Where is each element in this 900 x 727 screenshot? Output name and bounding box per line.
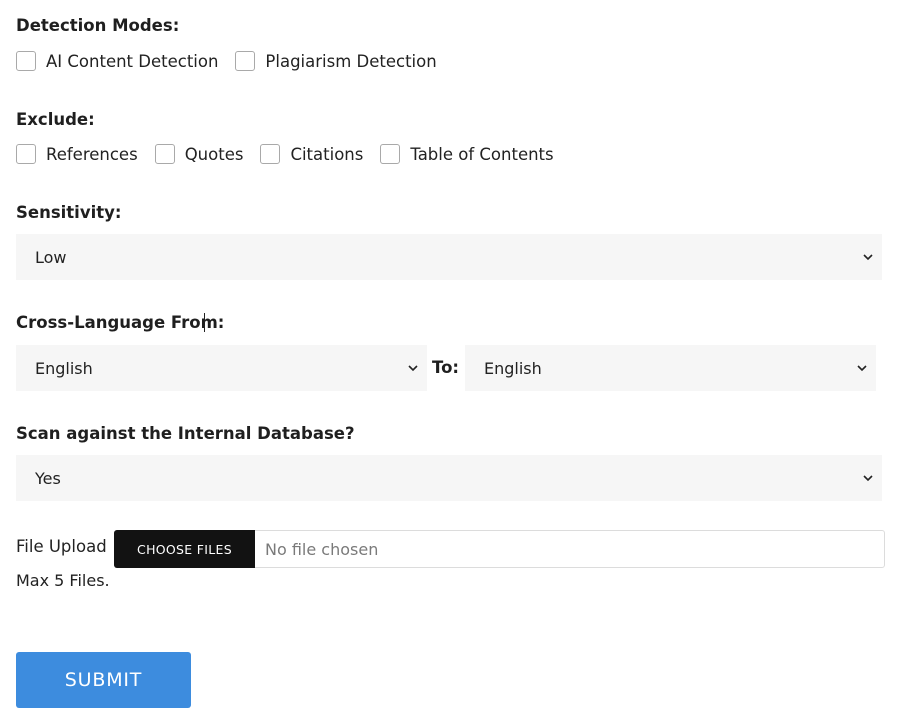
checkbox-label: AI Content Detection [46, 51, 219, 71]
from-selected-value: English [35, 358, 93, 378]
checkbox-box[interactable] [260, 144, 281, 164]
checkbox-box[interactable] [16, 144, 36, 164]
chevron-down-icon [857, 365, 867, 372]
internal-database-heading: Scan against the Internal Database? [16, 424, 355, 443]
checkbox-quotes[interactable]: Quotes [154, 144, 244, 164]
internal-database-select[interactable]: Yes [16, 455, 882, 501]
chevron-down-icon [863, 475, 873, 482]
to-selected-value: English [484, 358, 542, 378]
sensitivity-select[interactable]: Low [16, 234, 882, 280]
file-upload-label: File Upload [16, 537, 107, 556]
checkbox-box[interactable] [154, 144, 175, 164]
detection-modes-options: AI Content Detection Plagiarism Detectio… [16, 50, 454, 72]
max-files-note: Max 5 Files. [16, 571, 110, 590]
file-upload-input[interactable]: CHOOSE FILES No file chosen [114, 530, 885, 568]
exclude-options: References Quotes Citations Table of Con… [16, 143, 571, 165]
chevron-down-icon [408, 365, 418, 372]
checkbox-label: Table of Contents [410, 144, 554, 164]
checkbox-table-of-contents[interactable]: Table of Contents [380, 144, 554, 164]
to-label: To: [432, 358, 459, 377]
exclude-heading: Exclude: [16, 110, 95, 129]
cross-language-heading: Cross-Language From: [16, 313, 225, 332]
checkbox-citations[interactable]: Citations [260, 144, 363, 164]
checkbox-label: Quotes [184, 144, 244, 164]
internal-database-selected-value: Yes [35, 468, 61, 488]
sensitivity-heading: Sensitivity: [16, 203, 122, 222]
checkbox-label: References [46, 144, 138, 164]
checkbox-references[interactable]: References [16, 144, 138, 164]
checkbox-label: Citations [290, 144, 364, 164]
file-status-text: No file chosen [265, 539, 379, 559]
sensitivity-selected-value: Low [35, 247, 67, 267]
checkbox-plagiarism-detection[interactable]: Plagiarism Detection [235, 51, 437, 71]
checkbox-box[interactable] [235, 51, 256, 71]
checkbox-label: Plagiarism Detection [265, 51, 437, 71]
checkbox-box[interactable] [380, 144, 401, 164]
checkbox-ai-content-detection[interactable]: AI Content Detection [16, 51, 218, 71]
cross-language-to-select[interactable]: English [465, 345, 876, 391]
submit-button[interactable]: SUBMIT [16, 652, 191, 708]
cross-language-from-select[interactable]: English [16, 345, 427, 391]
chevron-down-icon [863, 254, 873, 261]
checkbox-box[interactable] [16, 51, 36, 71]
scan-form: Detection Modes: AI Content Detection Pl… [0, 0, 900, 727]
text-cursor [204, 313, 205, 332]
detection-modes-heading: Detection Modes: [16, 16, 180, 35]
choose-files-button[interactable]: CHOOSE FILES [114, 530, 255, 568]
